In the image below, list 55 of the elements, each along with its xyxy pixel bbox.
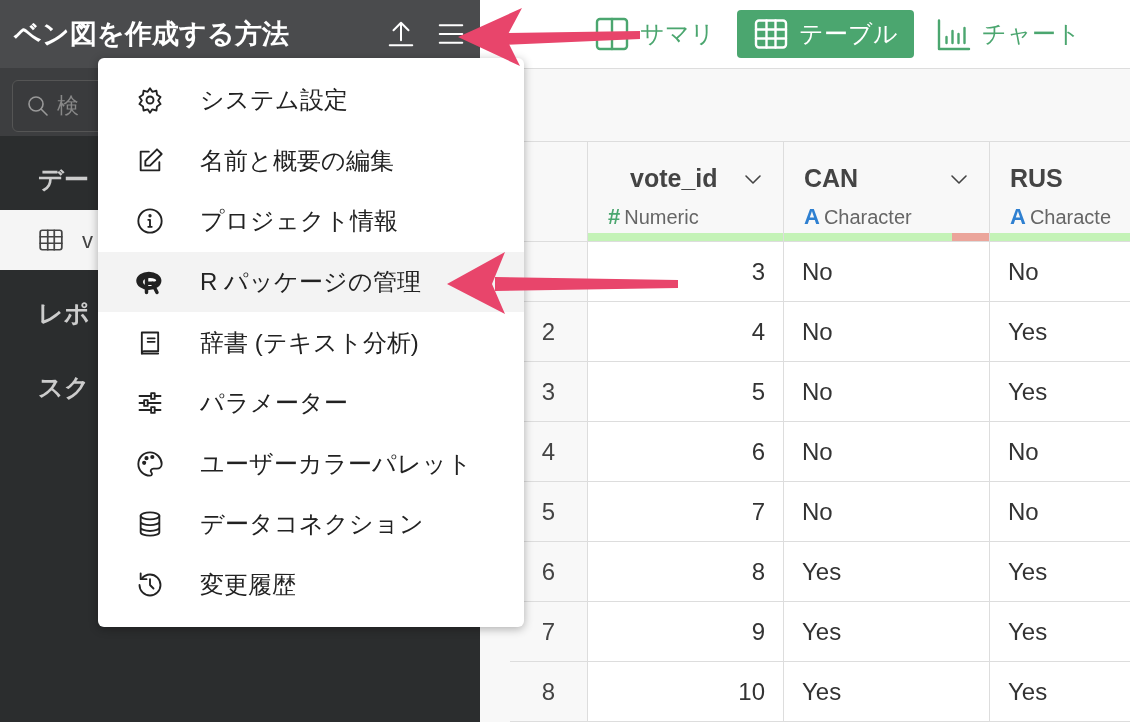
invalid-fill	[952, 232, 989, 241]
table-cell: Yes	[990, 542, 1130, 601]
search-icon	[26, 94, 50, 118]
project-title: ベン図を作成する方法	[14, 17, 290, 51]
table-cell: 9	[588, 602, 784, 661]
table-cell: 7	[588, 482, 784, 541]
table-cell: No	[784, 362, 990, 421]
column-header[interactable]: RUS A Characte	[990, 142, 1130, 241]
sidebar-section[interactable]: デー	[38, 161, 89, 199]
column-header[interactable]: CAN A Character	[784, 142, 990, 241]
type-icon: A	[1010, 203, 1026, 229]
table-cell: Yes	[990, 662, 1130, 721]
table-cell: No	[990, 242, 1130, 301]
bar-chart-icon	[936, 16, 972, 53]
table-cell: No	[784, 242, 990, 301]
palette-icon	[136, 449, 164, 478]
table-cell: 8	[588, 542, 784, 601]
menu-item[interactable]: システム設定	[98, 70, 524, 131]
table-cell: No	[990, 422, 1130, 481]
menu-item[interactable]: R パッケージの管理	[98, 251, 524, 313]
table-cell: Yes	[784, 662, 990, 721]
table-cell: No	[784, 302, 990, 361]
column-name: vote_id	[630, 163, 718, 194]
row-number: 7	[510, 602, 588, 661]
table-cell: 5	[588, 362, 784, 421]
column-name: CAN	[804, 163, 859, 194]
upload-button[interactable]	[386, 19, 416, 49]
row-number: 8	[510, 662, 588, 721]
type-icon: A	[804, 203, 820, 229]
column-type: Characte	[1029, 205, 1112, 228]
sidebar-section[interactable]: スク	[38, 369, 90, 407]
table-cell: 6	[588, 422, 784, 481]
info-icon	[136, 207, 164, 236]
table-cell: Yes	[784, 602, 990, 661]
upload-icon	[386, 19, 416, 49]
table-cell: Yes	[784, 542, 990, 601]
table-cell: Yes	[990, 362, 1130, 421]
column-name: RUS	[1010, 163, 1063, 194]
type-icon: #	[608, 203, 621, 229]
column-header[interactable]: vote_id # Numeric	[588, 142, 784, 241]
table-icon	[38, 227, 64, 253]
table-cell: 4	[588, 302, 784, 361]
table-cell: No	[990, 482, 1130, 541]
table-cell: Yes	[990, 602, 1130, 661]
sidebar-section[interactable]: レポ	[38, 295, 90, 333]
table-cell: 10	[588, 662, 784, 721]
column-type: Numeric	[624, 205, 699, 228]
gear-icon	[136, 86, 164, 115]
table-cell: No	[784, 482, 990, 541]
table-cell: No	[784, 422, 990, 481]
column-type: Character	[823, 205, 912, 228]
menu-item[interactable]: プロジェクト情報	[98, 191, 524, 252]
menu-item[interactable]: 名前と概要の編集	[98, 130, 524, 192]
table-cell: Yes	[990, 302, 1130, 361]
item-label: v	[82, 226, 93, 255]
